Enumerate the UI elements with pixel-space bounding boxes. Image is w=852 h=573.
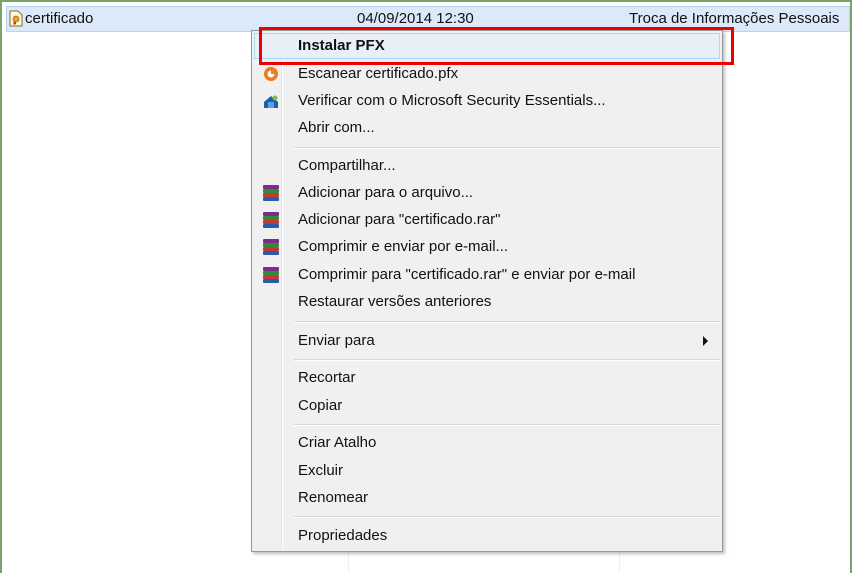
annotation-highlight-box — [259, 27, 734, 65]
menu-item-restaurar-versoes[interactable]: Restaurar versões anteriores — [254, 289, 720, 315]
menu-item-renomear[interactable]: Renomear — [254, 485, 720, 511]
menu-item-criar-atalho[interactable]: Criar Atalho — [254, 430, 720, 456]
menu-item-enviar-para[interactable]: Enviar para — [254, 328, 720, 354]
menu-separator — [294, 321, 720, 323]
antivirus-scan-icon — [264, 67, 278, 81]
menu-item-label: Propriedades — [298, 527, 388, 544]
menu-separator — [294, 147, 720, 149]
winrar-icon — [262, 212, 280, 228]
submenu-arrow-icon — [703, 336, 708, 346]
certificate-file-icon — [9, 10, 23, 27]
menu-item-label: Excluir — [298, 462, 344, 479]
menu-item-label: Restaurar versões anteriores — [298, 293, 492, 310]
menu-separator — [294, 516, 720, 518]
menu-item-adicionar-rar[interactable]: Adicionar para "certificado.rar" — [254, 207, 720, 233]
menu-item-recortar[interactable]: Recortar — [254, 365, 720, 391]
menu-item-label: Adicionar para "certificado.rar" — [298, 211, 501, 228]
menu-item-comprimir-rar-email[interactable]: Comprimir para "certificado.rar" e envia… — [254, 262, 720, 288]
file-date: 04/09/2014 12:30 — [357, 10, 474, 27]
winrar-icon — [262, 267, 280, 283]
menu-item-label: Adicionar para o arquivo... — [298, 184, 474, 201]
menu-item-label: Copiar — [298, 397, 343, 414]
menu-item-label: Recortar — [298, 369, 356, 386]
menu-item-label: Comprimir e enviar por e-mail... — [298, 238, 509, 255]
winrar-icon — [262, 185, 280, 201]
menu-item-label: Compartilhar... — [298, 157, 396, 174]
menu-item-label: Renomear — [298, 489, 369, 506]
menu-separator — [294, 359, 720, 361]
menu-item-label: Escanear certificado.pfx — [298, 65, 459, 82]
menu-item-label: Abrir com... — [298, 119, 375, 136]
menu-item-verificar-mse[interactable]: Verificar com o Microsoft Security Essen… — [254, 88, 720, 114]
menu-item-label: Criar Atalho — [298, 434, 377, 451]
menu-item-propriedades[interactable]: Propriedades — [254, 523, 720, 549]
menu-item-excluir[interactable]: Excluir — [254, 458, 720, 484]
menu-item-adicionar-arquivo[interactable]: Adicionar para o arquivo... — [254, 180, 720, 206]
menu-item-copiar[interactable]: Copiar — [254, 393, 720, 419]
menu-item-comprimir-email[interactable]: Comprimir e enviar por e-mail... — [254, 234, 720, 260]
context-menu: Instalar PFX Escanear certificado.pfx Ve… — [251, 30, 723, 552]
file-type: Troca de Informações Pessoais — [629, 10, 840, 27]
menu-item-label: Enviar para — [298, 332, 375, 349]
menu-item-compartilhar[interactable]: Compartilhar... — [254, 153, 720, 179]
security-essentials-icon — [264, 95, 278, 108]
menu-item-label: Comprimir para "certificado.rar" e envia… — [298, 266, 636, 283]
menu-item-label: Verificar com o Microsoft Security Essen… — [298, 92, 606, 109]
file-name: certificado — [25, 10, 94, 27]
menu-item-abrir-com[interactable]: Abrir com... — [254, 115, 720, 141]
winrar-icon — [262, 239, 280, 255]
menu-separator — [294, 424, 720, 426]
